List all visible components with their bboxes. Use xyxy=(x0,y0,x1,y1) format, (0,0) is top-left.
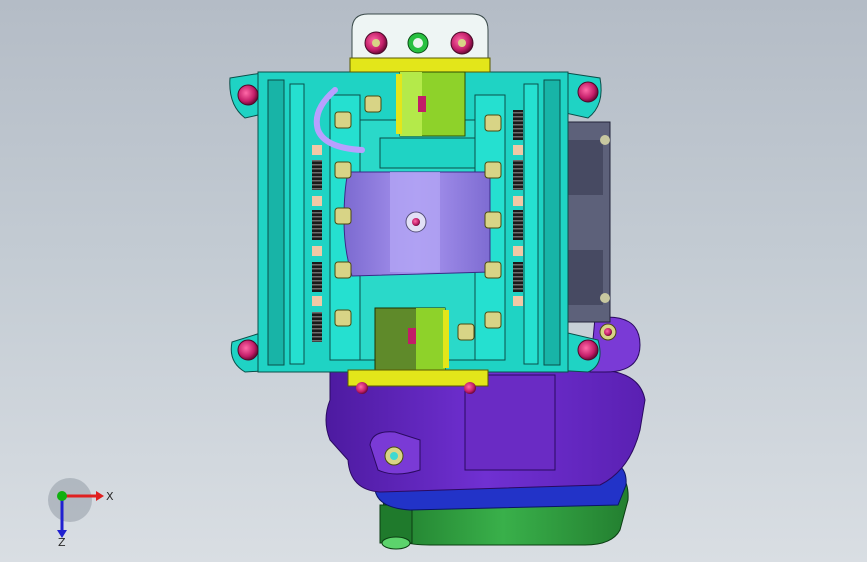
rail-left-inner xyxy=(289,83,305,365)
base-purple-boss xyxy=(464,374,556,471)
nut-center-bottom xyxy=(457,323,475,341)
base-bolt-right xyxy=(464,382,476,394)
motor-bolt-bottom xyxy=(600,293,610,303)
spacer-left-3 xyxy=(312,246,322,256)
rail-right-inner xyxy=(523,83,539,365)
spacer-right-4 xyxy=(513,296,523,306)
orientation-triad: X Z xyxy=(48,478,114,548)
triad-origin-shadow xyxy=(48,478,92,522)
motor-bolt-top xyxy=(600,135,610,145)
base-green-pin-cap xyxy=(381,536,411,550)
corner-bolt-top-left xyxy=(237,84,259,106)
top-bolt-right-hole xyxy=(458,39,466,47)
center-top-block xyxy=(379,137,476,169)
green-block-top-pin xyxy=(418,96,426,112)
spring-left-3 xyxy=(312,262,322,292)
cad-viewport[interactable] xyxy=(0,0,867,562)
green-block-top-teeth xyxy=(396,74,402,134)
spring-right-2 xyxy=(513,160,523,190)
base-lower-bolt xyxy=(390,452,398,460)
green-block-top[interactable] xyxy=(396,71,466,137)
spacer-left-1 xyxy=(312,145,322,155)
base-bolt-left xyxy=(356,382,368,394)
corner-bolt-bottom-left xyxy=(237,339,259,361)
spring-right-3 xyxy=(513,210,523,240)
motor-fin-2 xyxy=(568,250,603,305)
corner-bolt-bottom-right xyxy=(577,339,599,361)
triad-x-arrow xyxy=(96,491,104,501)
top-bolt-left-hole xyxy=(372,39,380,47)
triad-x-label: X xyxy=(106,490,114,503)
spacer-right-3 xyxy=(513,246,523,256)
corner-bolt-top-right xyxy=(577,81,599,103)
top-yellow-bar xyxy=(349,57,491,73)
base-ear-bolt xyxy=(604,328,612,336)
top-cap[interactable] xyxy=(349,13,491,73)
spring-left-4 xyxy=(312,312,322,342)
purple-plate[interactable] xyxy=(343,171,491,277)
triad-z-label: Z xyxy=(58,536,66,548)
spring-right-1 xyxy=(513,110,523,140)
spring-left-2 xyxy=(312,210,322,240)
spacer-right-2 xyxy=(513,196,523,206)
rail-left-outer xyxy=(267,79,285,366)
nut-right-3 xyxy=(484,211,502,229)
nut-left-2 xyxy=(334,161,352,179)
triad-y-axis-dot xyxy=(57,491,67,501)
motor-fin-1 xyxy=(568,140,603,195)
nut-right-5 xyxy=(484,311,502,329)
nut-left-3 xyxy=(334,207,352,225)
nut-right-1 xyxy=(484,114,502,132)
nut-center-top xyxy=(364,95,382,113)
nut-right-2 xyxy=(484,161,502,179)
spacer-left-2 xyxy=(312,196,322,206)
top-center-fitting-hole xyxy=(413,38,423,48)
spring-left-1 xyxy=(312,160,322,190)
green-block-bottom-teeth xyxy=(443,310,449,368)
nut-left-4 xyxy=(334,261,352,279)
purple-plate-bolt-head xyxy=(412,218,420,226)
nut-right-4 xyxy=(484,261,502,279)
rail-right-outer xyxy=(543,79,561,366)
spacer-left-4 xyxy=(312,296,322,306)
nut-left-1 xyxy=(334,111,352,129)
spacer-right-1 xyxy=(513,145,523,155)
spring-right-4 xyxy=(513,262,523,292)
green-block-bottom-pin xyxy=(408,328,416,344)
nut-left-5 xyxy=(334,309,352,327)
green-block-bottom-shade xyxy=(416,308,445,370)
